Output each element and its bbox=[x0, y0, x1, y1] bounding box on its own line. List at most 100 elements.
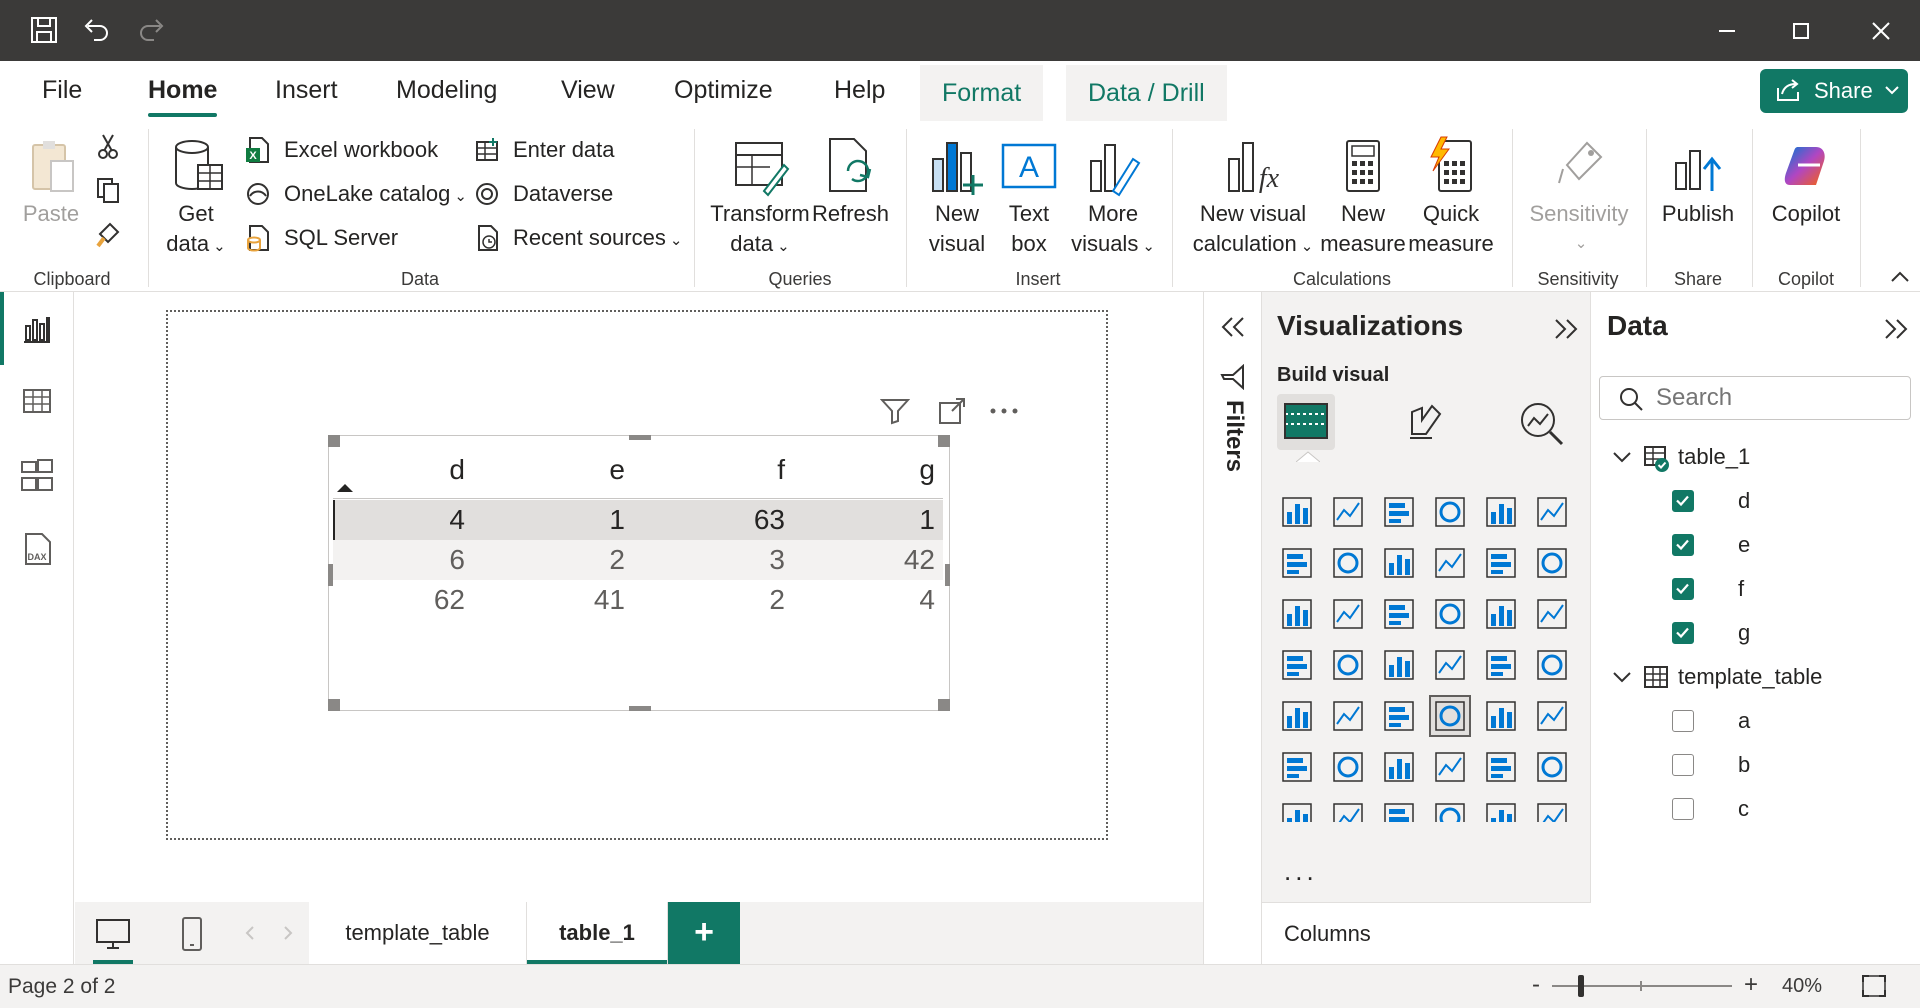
line-stacked-column-icon[interactable] bbox=[1486, 548, 1516, 578]
tab-optimize[interactable]: Optimize bbox=[668, 77, 779, 117]
tab-modeling[interactable]: Modeling bbox=[390, 77, 503, 117]
fit-to-page-icon[interactable] bbox=[1860, 973, 1888, 999]
search-field[interactable] bbox=[1599, 376, 1911, 420]
column-header-g[interactable]: g bbox=[815, 454, 935, 486]
new-visual-button[interactable]: New visual bbox=[922, 135, 992, 259]
chevron-down-icon[interactable] bbox=[1612, 668, 1632, 686]
zoom-in-button[interactable]: + bbox=[1744, 971, 1758, 999]
desktop-layout-icon[interactable] bbox=[93, 914, 133, 964]
expand-filters-icon[interactable] bbox=[1218, 314, 1248, 340]
map-icon[interactable] bbox=[1333, 650, 1363, 680]
next-page-icon[interactable] bbox=[279, 924, 295, 942]
power-apps-icon[interactable] bbox=[1333, 803, 1363, 822]
build-visual-tab[interactable] bbox=[1277, 394, 1335, 450]
funnel-icon[interactable] bbox=[1384, 599, 1414, 629]
tab-help[interactable]: Help bbox=[828, 77, 891, 117]
save-icon[interactable] bbox=[28, 14, 60, 46]
minimize-icon[interactable] bbox=[1710, 14, 1744, 48]
field-checkbox[interactable] bbox=[1672, 622, 1694, 644]
zoom-level[interactable]: 40% bbox=[1782, 975, 1822, 998]
table-view-icon[interactable] bbox=[18, 382, 56, 420]
field-checkbox[interactable] bbox=[1672, 534, 1694, 556]
page-tab-table-1[interactable]: table_1 bbox=[527, 902, 668, 964]
clustered-column-icon[interactable] bbox=[1435, 497, 1465, 527]
sql-server-button[interactable]: SQL Server bbox=[244, 221, 404, 255]
resize-handle[interactable] bbox=[945, 564, 950, 586]
redo-icon[interactable] bbox=[136, 14, 168, 46]
dataverse-button[interactable]: Dataverse bbox=[473, 177, 633, 211]
undo-icon[interactable] bbox=[80, 14, 112, 46]
filled-map-icon[interactable] bbox=[1384, 650, 1414, 680]
field-f[interactable]: f bbox=[1672, 572, 1872, 606]
clustered-bar-icon[interactable] bbox=[1384, 497, 1414, 527]
ribbon-chart-icon[interactable] bbox=[1282, 599, 1312, 629]
column-header-f[interactable]: f bbox=[665, 454, 785, 486]
recent-sources-button[interactable]: Recent sources ⌄ bbox=[473, 221, 683, 255]
share-button[interactable]: Share bbox=[1760, 69, 1908, 113]
add-page-button[interactable]: + bbox=[668, 902, 740, 964]
model-view-icon[interactable] bbox=[18, 456, 56, 494]
more-visuals-ellipsis[interactable]: ... bbox=[1284, 856, 1318, 887]
stacked-area-icon[interactable] bbox=[1384, 548, 1414, 578]
narrative-icon[interactable] bbox=[1486, 752, 1516, 782]
report-view-icon[interactable] bbox=[18, 310, 56, 348]
chevron-down-icon[interactable] bbox=[1612, 448, 1632, 466]
analytics-tab[interactable] bbox=[1512, 394, 1570, 450]
close-icon[interactable] bbox=[1864, 14, 1898, 48]
python-visual-icon[interactable] bbox=[1282, 752, 1312, 782]
slicer-icon[interactable] bbox=[1384, 701, 1414, 731]
columns-well[interactable]: Columns bbox=[1262, 902, 1591, 964]
focus-mode-icon[interactable] bbox=[938, 397, 966, 425]
table-row[interactable]: 62 41 2 4 bbox=[333, 580, 943, 620]
field-b[interactable]: b bbox=[1672, 748, 1872, 782]
collapse-visualizations-icon[interactable] bbox=[1552, 316, 1580, 342]
field-e[interactable]: e bbox=[1672, 528, 1872, 562]
tab-insert[interactable]: Insert bbox=[269, 77, 344, 117]
copilot-button[interactable]: Copilot bbox=[1762, 135, 1850, 229]
zoom-slider-thumb[interactable] bbox=[1578, 975, 1584, 997]
resize-handle[interactable] bbox=[938, 699, 950, 711]
donut-icon[interactable] bbox=[1537, 599, 1567, 629]
kpi-icon[interactable] bbox=[1333, 701, 1363, 731]
power-automate-icon[interactable] bbox=[1537, 803, 1567, 822]
format-painter-button[interactable] bbox=[94, 217, 124, 251]
table-visual-icon[interactable] bbox=[1429, 695, 1471, 737]
field-d[interactable]: d bbox=[1672, 484, 1872, 518]
column-header-d[interactable]: d bbox=[345, 454, 465, 486]
scatter-icon[interactable] bbox=[1435, 599, 1465, 629]
100-stacked-area-icon[interactable] bbox=[1435, 548, 1465, 578]
resize-handle[interactable] bbox=[938, 435, 950, 447]
search-input[interactable] bbox=[1656, 381, 1896, 415]
page-tab-template-table[interactable]: template_table bbox=[309, 902, 527, 964]
new-measure-button[interactable]: New measure bbox=[1320, 135, 1406, 259]
sensitivity-button[interactable]: Sensitivity ⌄ bbox=[1524, 135, 1634, 259]
cut-button[interactable] bbox=[94, 129, 124, 163]
paginated-report-icon[interactable] bbox=[1282, 803, 1312, 822]
pie-icon[interactable] bbox=[1486, 599, 1516, 629]
field-checkbox[interactable] bbox=[1672, 578, 1694, 600]
stacked-bar-icon[interactable] bbox=[1282, 497, 1312, 527]
tab-data-drill[interactable]: Data / Drill bbox=[1066, 65, 1227, 121]
table-row[interactable]: 6 2 3 42 bbox=[333, 540, 943, 580]
stacked-column-icon[interactable] bbox=[1333, 497, 1363, 527]
matrix-icon[interactable] bbox=[1486, 701, 1516, 731]
transform-data-button[interactable]: Transform data ⌄ bbox=[710, 135, 810, 262]
column-header-e[interactable]: e bbox=[505, 454, 625, 486]
power-automate-icon[interactable] bbox=[1384, 803, 1414, 822]
onelake-catalog-button[interactable]: OneLake catalog ⌄ bbox=[244, 177, 467, 211]
resize-handle[interactable] bbox=[629, 706, 651, 711]
field-checkbox[interactable] bbox=[1672, 490, 1694, 512]
azure-maps-icon[interactable] bbox=[1435, 803, 1465, 822]
new-visual-calculation-button[interactable]: fx New visual calculation ⌄ bbox=[1188, 135, 1318, 262]
enter-data-button[interactable]: Enter data bbox=[473, 133, 633, 167]
format-visual-tab[interactable] bbox=[1396, 394, 1454, 450]
key-influencers-icon[interactable] bbox=[1333, 752, 1363, 782]
treemap-icon[interactable] bbox=[1282, 650, 1312, 680]
field-checkbox[interactable] bbox=[1672, 798, 1694, 820]
text-box-button[interactable]: A Text box bbox=[996, 135, 1062, 259]
filters-label[interactable]: Filters bbox=[1218, 400, 1248, 472]
resize-handle[interactable] bbox=[328, 699, 340, 711]
gauge-icon[interactable] bbox=[1486, 650, 1516, 680]
area-chart-icon[interactable] bbox=[1333, 548, 1363, 578]
more-visuals-button[interactable]: More visuals ⌄ bbox=[1068, 135, 1158, 262]
